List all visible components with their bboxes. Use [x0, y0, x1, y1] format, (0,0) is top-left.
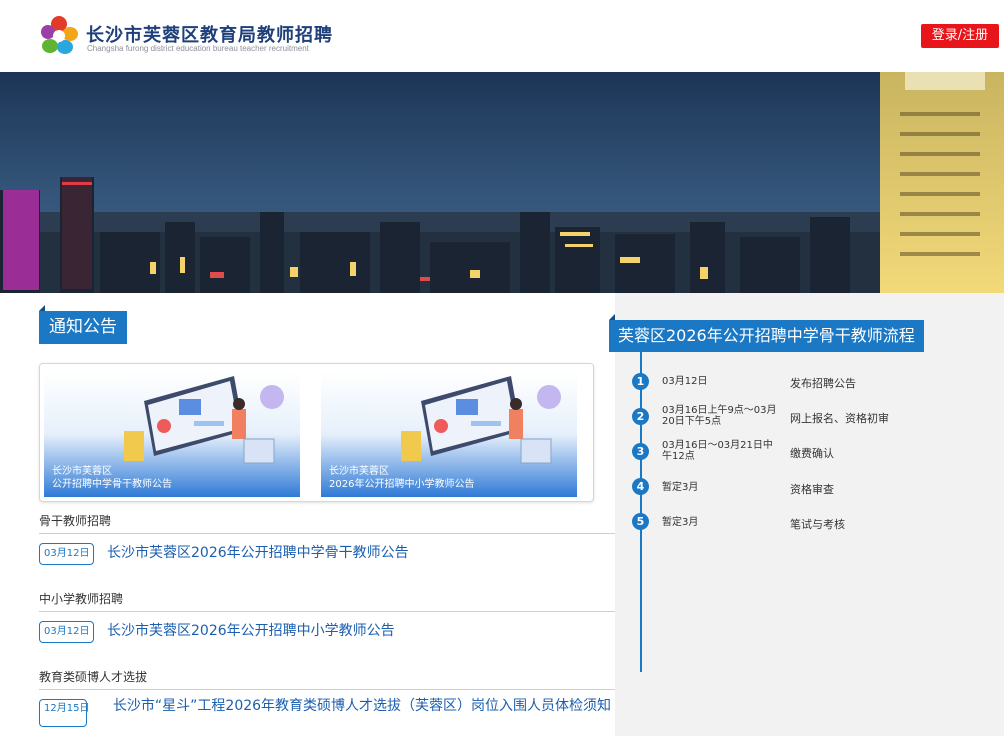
notice-card-backbone-teacher[interactable]: 长沙市芙蓉区 公开招聘中学骨干教师公告: [44, 371, 300, 497]
step-time: 暂定3月: [662, 517, 699, 528]
step-description: 缴费确认: [790, 447, 834, 460]
step-number-badge: 5: [632, 513, 649, 530]
date-badge: 03月12日: [39, 543, 95, 565]
city-night-banner: [0, 72, 1004, 293]
news-item[interactable]: 12月15日 长沙市“星斗”工程2026年教育类硕博人才选拔（芙蓉区）岗位入围人…: [39, 697, 615, 733]
notices-section-title[interactable]: 通知公告: [39, 305, 127, 344]
news-title-link[interactable]: 长沙市芙蓉区2026年公开招聘中小学教师公告: [107, 620, 395, 640]
site-header: 长沙市芙蓉区教育局教师招聘 Changsha furong district e…: [0, 0, 1004, 72]
skyline-image: [0, 72, 1004, 293]
login-register-button[interactable]: 登录/注册: [921, 24, 999, 48]
step-description: 网上报名、资格初审: [790, 412, 889, 425]
flower-logo-icon[interactable]: [40, 15, 78, 57]
date-badge: 03月12日: [39, 621, 95, 643]
step-number-badge: 2: [632, 408, 649, 425]
divider: [39, 611, 615, 612]
notice-card-k12-teacher[interactable]: 长沙市芙蓉区 2026年公开招聘中小学教师公告: [321, 371, 577, 497]
step-time: 03月16日上午9点～03月20日下午5点: [662, 405, 777, 427]
process-panel: [615, 293, 1004, 736]
notice-card-caption: 长沙市芙蓉区 2026年公开招聘中小学教师公告: [329, 466, 475, 490]
news-title-link[interactable]: 长沙市芙蓉区2026年公开招聘中学骨干教师公告: [107, 542, 409, 562]
divider: [39, 533, 615, 534]
date-badge: 12月15日: [39, 699, 89, 727]
category-masters-phd[interactable]: 教育类硕博人才选拔: [39, 668, 147, 685]
news-title-link[interactable]: 长沙市“星斗”工程2026年教育类硕博人才选拔（芙蓉区）岗位入围人员体检须知: [107, 699, 617, 714]
notice-card-caption: 长沙市芙蓉区 公开招聘中学骨干教师公告: [52, 466, 172, 490]
news-item[interactable]: 03月12日 长沙市芙蓉区2026年公开招聘中学骨干教师公告: [39, 540, 615, 566]
timeline-line: [640, 352, 642, 672]
news-item[interactable]: 03月12日 长沙市芙蓉区2026年公开招聘中小学教师公告: [39, 618, 615, 644]
step-number-badge: 1: [632, 373, 649, 390]
step-description: 笔试与考核: [790, 518, 845, 531]
step-time: 03月12日: [662, 376, 708, 387]
step-number-badge: 3: [632, 443, 649, 460]
category-k12-teacher[interactable]: 中小学教师招聘: [39, 590, 123, 607]
step-description: 发布招聘公告: [790, 377, 856, 390]
step-time: 暂定3月: [662, 482, 699, 493]
process-title[interactable]: 芙蓉区2026年公开招聘中学骨干教师流程: [609, 314, 924, 352]
step-description: 资格审查: [790, 483, 834, 496]
divider: [39, 689, 615, 690]
step-time: 03月16日～03月21日中午12点: [662, 440, 773, 462]
step-number-badge: 4: [632, 478, 649, 495]
category-backbone-teacher[interactable]: 骨干教师招聘: [39, 512, 111, 529]
featured-notice-cards: 长沙市芙蓉区 公开招聘中学骨干教师公告 长沙市芙蓉区 2026年公开招聘中小学教…: [39, 363, 594, 502]
site-subtitle: Changsha furong district education burea…: [87, 44, 309, 53]
